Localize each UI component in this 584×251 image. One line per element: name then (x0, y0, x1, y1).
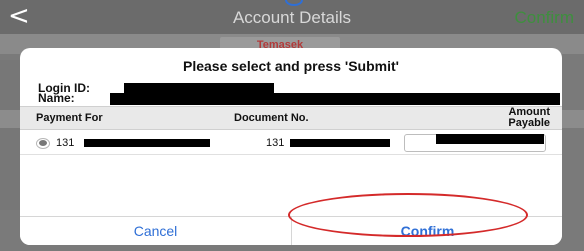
redacted-document-no (290, 139, 390, 147)
table-row[interactable]: 131 131 (20, 132, 562, 155)
column-header-payment-for: Payment For (36, 112, 103, 124)
redacted-name (110, 93, 560, 105)
page-title: Account Details (232, 8, 352, 27)
table-header: Payment For Document No. Amount Payable (20, 106, 562, 130)
cancel-button[interactable]: Cancel (20, 217, 291, 245)
redacted-amount (436, 134, 544, 144)
dialog-title: Please select and press 'Submit' (183, 58, 399, 74)
name-label: Name: (38, 91, 75, 105)
nav-confirm-button[interactable]: Confirm (514, 8, 574, 28)
radio-selected-icon[interactable] (36, 138, 50, 149)
redacted-payment-for (84, 139, 210, 147)
annotation-circle (288, 193, 528, 237)
document-no-cell: 131 (266, 137, 285, 149)
column-header-amount-payable: Amount Payable (508, 107, 550, 129)
payment-for-cell: 131 (56, 137, 75, 149)
amount-header-line-2: Payable (508, 117, 550, 129)
redacted-login-id (124, 83, 274, 93)
column-header-document-no: Document No. (234, 112, 309, 124)
